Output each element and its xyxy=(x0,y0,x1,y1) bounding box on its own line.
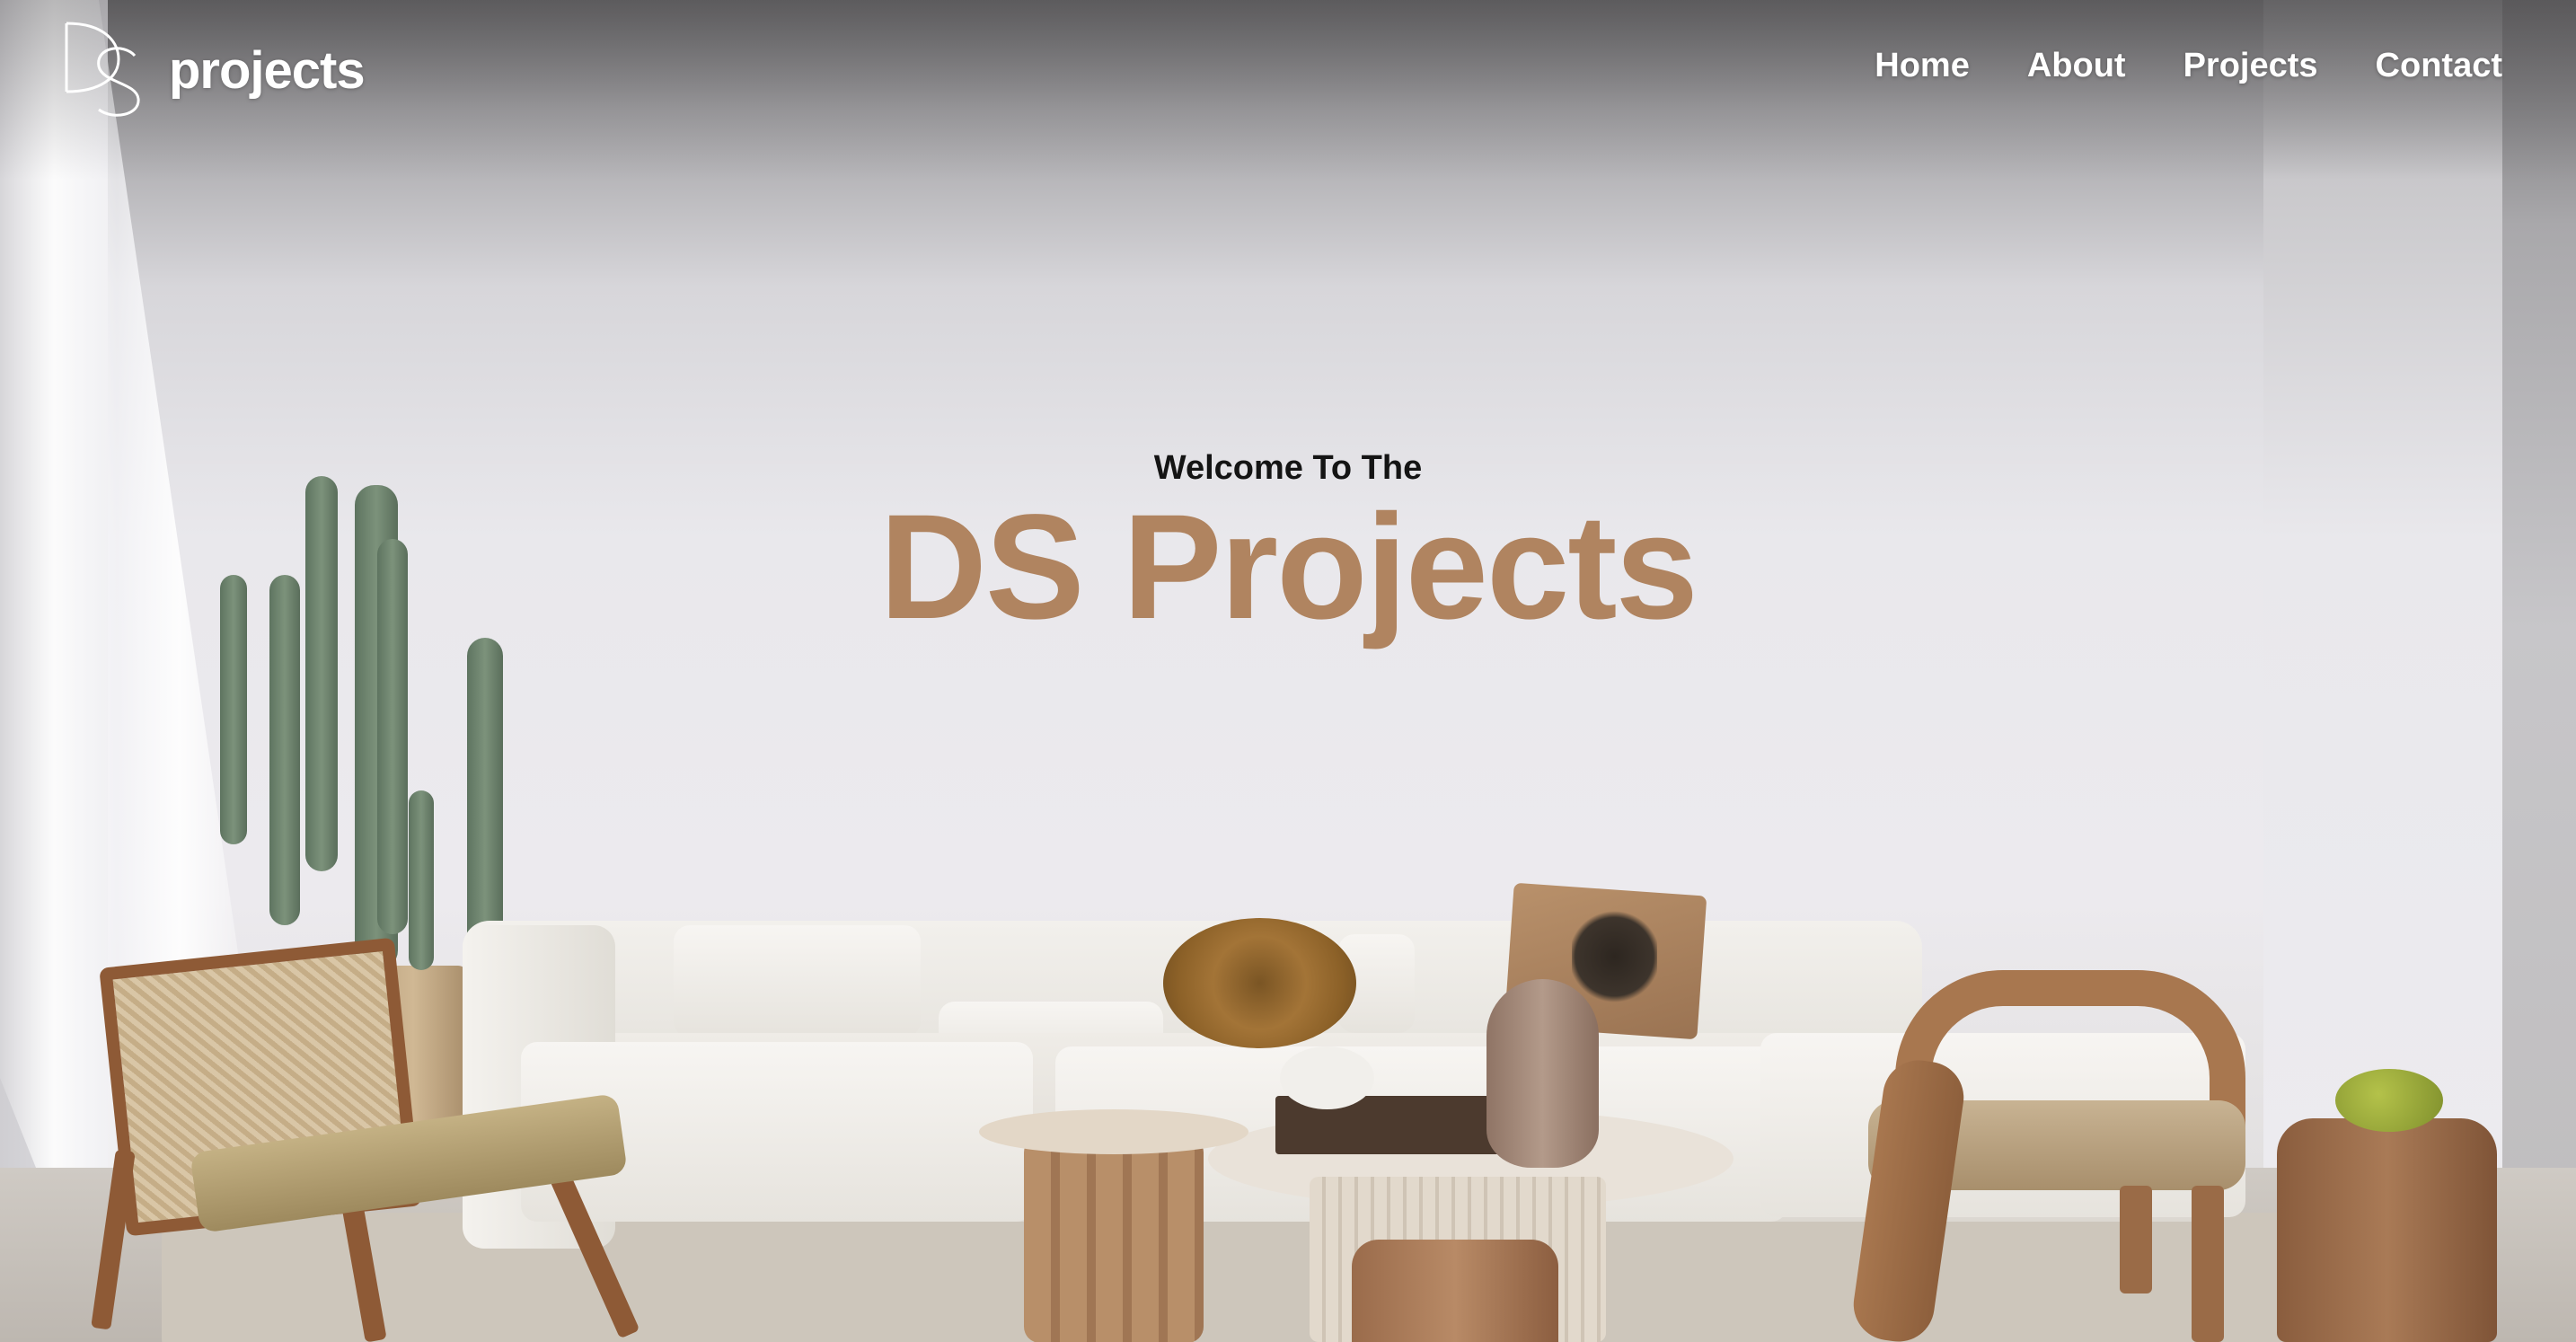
hero-background xyxy=(0,0,2576,1342)
side-table-top xyxy=(979,1109,1248,1154)
nav-link-about[interactable]: About xyxy=(2027,47,2126,85)
coffee-table-wood xyxy=(1352,1240,1558,1342)
nav-link-contact[interactable]: Contact xyxy=(2376,47,2502,85)
brand-logo-link[interactable]: projects xyxy=(59,20,366,120)
fruit-bowl xyxy=(2335,1069,2443,1132)
wall-edge xyxy=(2502,0,2576,1342)
hero-headline: DS Projects xyxy=(879,484,1698,650)
vase xyxy=(1486,979,1599,1168)
cactus-arm xyxy=(409,790,434,970)
hero-kicker: Welcome To The xyxy=(1153,449,1423,487)
wood-stool xyxy=(2277,1118,2497,1342)
nav-link-home[interactable]: Home xyxy=(1875,47,1970,85)
main-nav: Home About Projects Contact xyxy=(1875,47,2502,85)
hero-text: Welcome To The DS Projects xyxy=(0,449,2576,646)
dried-flowers xyxy=(1572,907,1657,1006)
site-header: projects Home About Projects Contact xyxy=(0,0,2576,144)
round-pillow xyxy=(1163,918,1356,1048)
side-table-body xyxy=(1024,1136,1204,1342)
chair-leg xyxy=(2120,1186,2152,1293)
side-table xyxy=(979,1109,1248,1342)
ds-monogram-icon xyxy=(59,20,149,120)
nav-link-projects[interactable]: Projects xyxy=(2183,47,2318,85)
sofa-cushion xyxy=(674,925,921,1037)
cactus-arm xyxy=(467,638,503,952)
teapot xyxy=(1280,1046,1374,1109)
chair-leg xyxy=(2192,1186,2224,1342)
brand-name: projects xyxy=(169,40,366,100)
